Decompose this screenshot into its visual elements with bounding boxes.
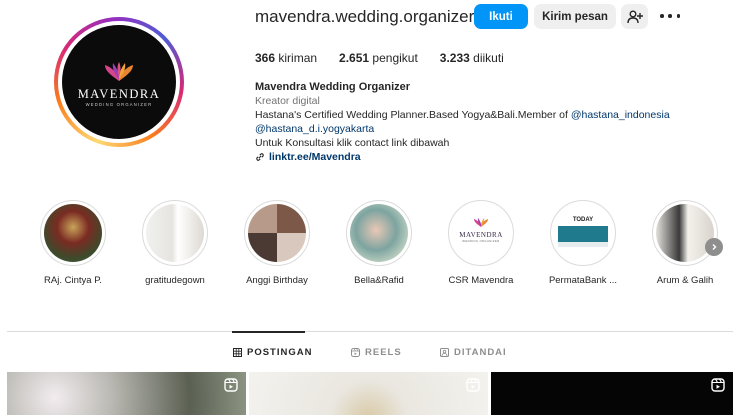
posts-stat: 366 kiriman <box>255 51 318 65</box>
profile-category: Kreator digital <box>255 95 320 107</box>
highlight-label: Arum & Galih <box>656 275 714 286</box>
highlights-next-button[interactable] <box>705 238 723 256</box>
followers-stat[interactable]: 2.651 pengikut <box>339 51 418 65</box>
highlight-logo-text: MAVENDRA <box>459 231 503 239</box>
mavendra-logo-icon <box>105 62 133 81</box>
highlight-thumbnail <box>146 204 204 262</box>
highlight-item[interactable]: Bella&Rafid <box>341 200 417 286</box>
reels-icon <box>224 378 238 392</box>
mavendra-logo-icon <box>474 218 488 227</box>
highlight-item[interactable]: TODAY PermataBank ... <box>545 200 621 286</box>
tab-tagged[interactable]: DITANDAI <box>440 347 507 358</box>
highlight-label: CSR Mavendra <box>448 275 514 286</box>
more-options-icon[interactable] <box>660 9 680 23</box>
profile-stats: 366 kiriman 2.651 pengikut 3.233 diikuti <box>255 51 526 65</box>
highlight-thumbnail <box>656 204 714 262</box>
profile-bio: Mavendra Wedding Organizer Kreator digit… <box>255 80 670 164</box>
post-thumbnail[interactable] <box>7 372 246 415</box>
highlight-item[interactable]: RAj. Cintya P. <box>35 200 111 286</box>
highlight-label: RAj. Cintya P. <box>44 275 102 286</box>
post-thumbnail[interactable] <box>491 372 733 415</box>
highlight-thumbnail: MAVENDRA WEDDING ORGANIZER <box>452 204 510 262</box>
active-tab-indicator <box>232 331 305 333</box>
tagged-icon <box>440 348 449 357</box>
tab-posts[interactable]: POSTINGAN <box>233 347 312 358</box>
mention-hastana-yogyakarta[interactable]: @hastana_d.i.yogyakarta <box>255 122 670 136</box>
post-thumbnail[interactable] <box>249 372 488 415</box>
avatar-logo-text: MAVENDRA <box>77 87 161 101</box>
highlight-thumbnail <box>350 204 408 262</box>
highlight-thumbnail <box>44 204 102 262</box>
avatar-logo-subtext: WEDDING ORGANIZER <box>85 102 153 107</box>
grid-icon <box>233 348 242 357</box>
profile-name: Mavendra Wedding Organizer <box>255 81 411 93</box>
reels-icon <box>711 378 725 392</box>
highlight-thumbnail: TODAY <box>554 204 612 262</box>
profile-avatar[interactable]: MAVENDRA WEDDING ORGANIZER <box>54 17 184 147</box>
highlight-label: Anggi Birthday <box>246 275 308 286</box>
add-user-icon <box>626 10 643 23</box>
highlight-label: PermataBank ... <box>548 275 618 286</box>
highlight-label: gratitudegown <box>145 275 205 286</box>
highlight-thumbnail <box>248 204 306 262</box>
highlight-item[interactable]: gratitudegown <box>137 200 213 286</box>
profile-link[interactable]: linktr.ee/Mavendra <box>255 150 670 164</box>
bio-line-1: Hastana's Certified Wedding Planner.Base… <box>255 109 670 121</box>
mention-hastana-indonesia[interactable]: @hastana_indonesia <box>571 109 670 121</box>
highlight-logo-subtext: WEDDING ORGANIZER <box>462 240 500 243</box>
highlight-item[interactable]: MAVENDRA WEDDING ORGANIZER CSR Mavendra <box>443 200 519 286</box>
reels-icon <box>351 348 360 357</box>
username: mavendra.wedding.organizer <box>255 7 475 26</box>
suggested-users-button[interactable] <box>621 4 648 29</box>
highlight-tag-text: TODAY <box>572 217 594 223</box>
link-icon <box>256 153 264 161</box>
message-button[interactable]: Kirim pesan <box>534 4 616 29</box>
chevron-right-icon <box>712 244 717 250</box>
bio-line-3: Untuk Konsultasi klik contact link dibaw… <box>255 137 450 149</box>
story-highlights: RAj. Cintya P. gratitudegown Anggi Birth… <box>35 200 735 300</box>
following-stat[interactable]: 3.233 diikuti <box>440 51 504 65</box>
tabs-divider <box>7 331 733 332</box>
reels-icon <box>466 378 480 392</box>
highlight-label: Bella&Rafid <box>354 275 404 286</box>
tab-reels[interactable]: REELS <box>351 347 402 358</box>
highlight-item[interactable]: Anggi Birthday <box>239 200 315 286</box>
follow-button[interactable]: Ikuti <box>474 4 528 29</box>
